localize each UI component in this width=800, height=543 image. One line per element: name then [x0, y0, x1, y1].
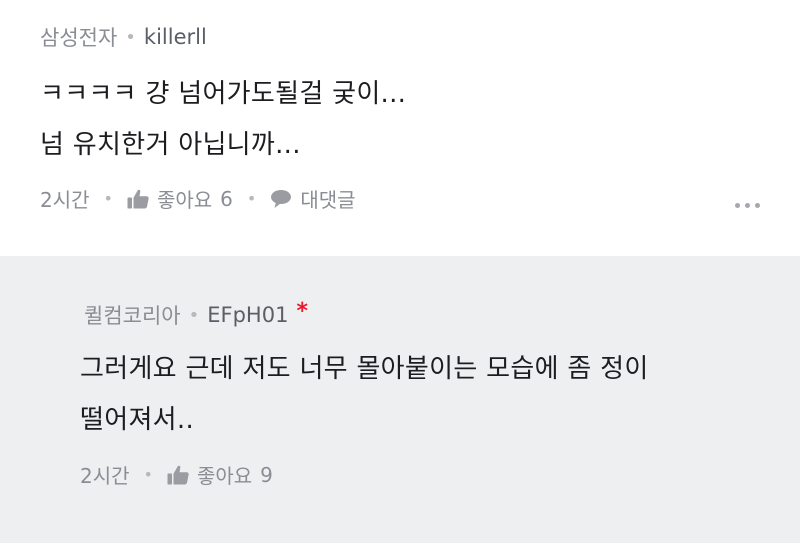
author-mark: *	[296, 298, 308, 324]
action-separator: •	[246, 189, 257, 208]
comment-time: 2시간	[80, 464, 130, 488]
comment-text-line: ㅋㅋㅋㅋ 걍 넘어가도될걸 궂이...	[40, 79, 407, 109]
meta-separator: •	[188, 304, 200, 326]
comment-meta: 삼성전자 • killerll	[40, 22, 207, 52]
comment-meta: 퀼컴코리아 • EFpH01 *	[84, 298, 308, 330]
thumbs-up-icon	[127, 189, 149, 209]
more-dots-icon[interactable]	[735, 203, 760, 208]
like-button[interactable]: 좋아요 9	[167, 460, 273, 489]
comment-text-line: 떨어져서..	[80, 405, 195, 435]
like-count: 9	[260, 462, 273, 487]
reply-label: 대댓글	[300, 188, 356, 212]
comment-text-line: 그러게요 근데 저도 너무 몰아붙이는 모습에 좀 정이	[80, 354, 649, 384]
reply-button[interactable]: 대댓글	[270, 184, 356, 213]
like-label: 좋아요	[156, 188, 213, 212]
meta-separator: •	[125, 26, 136, 48]
like-label: 좋아요	[196, 464, 253, 488]
comment: 삼성전자 • killerll ㅋㅋㅋㅋ 걍 넘어가도될걸 궂이... 넘 유치…	[0, 0, 800, 256]
like-button[interactable]: 좋아요 6	[127, 184, 233, 213]
comment-text-line: 넘 유치한거 아닙니까...	[40, 130, 301, 160]
comment-actions: 2시간 • 좋아요 9	[80, 460, 273, 489]
comment-actions: 2시간 • 좋아요 6 • 대댓글	[40, 184, 356, 213]
like-count: 6	[220, 186, 233, 211]
action-separator: •	[103, 189, 113, 208]
action-separator: •	[143, 465, 153, 484]
comment-user-id[interactable]: killerll	[144, 25, 207, 49]
comment-nickname[interactable]: 삼성전자	[40, 22, 117, 52]
comment-nickname[interactable]: 퀼컴코리아	[84, 300, 181, 330]
reply-comment: 퀼컴코리아 • EFpH01 * 그러게요 근데 저도 너무 몰아붙이는 모습에…	[0, 256, 800, 543]
comment-time: 2시간	[40, 188, 90, 212]
thumbs-up-icon	[167, 465, 189, 485]
speech-bubble-icon	[270, 189, 292, 209]
comment-user-id[interactable]: EFpH01	[207, 303, 288, 327]
